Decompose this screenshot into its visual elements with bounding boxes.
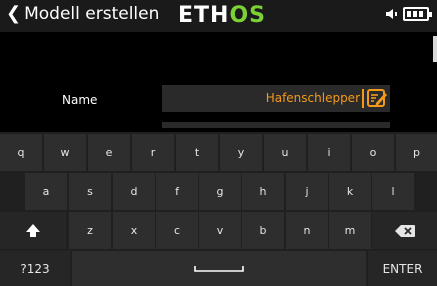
key-k[interactable]: k <box>329 173 371 210</box>
key-n[interactable]: n <box>286 212 328 249</box>
battery-icon <box>403 7 432 21</box>
key-v[interactable]: v <box>199 212 241 249</box>
key-z[interactable]: z <box>69 212 111 249</box>
key-i[interactable]: i <box>308 134 350 171</box>
shift-icon <box>26 223 40 237</box>
chevron-left-icon: ❮ <box>6 3 22 24</box>
key-a[interactable]: a <box>25 173 67 210</box>
key-o[interactable]: o <box>352 134 394 171</box>
name-input[interactable]: Hafenschlepper <box>162 85 390 112</box>
key-w[interactable]: w <box>44 134 86 171</box>
key-j[interactable]: j <box>286 173 328 210</box>
key-r[interactable]: r <box>132 134 174 171</box>
ethos-logo: ETHOS <box>178 3 266 28</box>
space-key[interactable] <box>72 251 366 286</box>
key-x[interactable]: x <box>113 212 155 249</box>
space-icon <box>194 265 244 272</box>
key-b[interactable]: b <box>242 212 284 249</box>
enter-key[interactable]: ENTER <box>368 251 437 286</box>
scrollbar[interactable] <box>433 36 437 62</box>
key-e[interactable]: e <box>88 134 130 171</box>
status-icons <box>384 6 432 22</box>
backspace-icon <box>394 224 415 237</box>
numbers-mode-key[interactable]: ?123 <box>0 251 70 286</box>
name-value: Hafenschlepper <box>265 91 360 105</box>
key-y[interactable]: y <box>220 134 262 171</box>
key-t[interactable]: t <box>176 134 218 171</box>
next-field[interactable] <box>162 122 390 128</box>
top-bar: ❮ Modell erstellen ETHOS <box>0 0 437 32</box>
edit-icon[interactable] <box>366 87 388 109</box>
key-d[interactable]: d <box>113 173 155 210</box>
key-q[interactable]: q <box>0 134 42 171</box>
key-m[interactable]: m <box>329 212 371 249</box>
key-f[interactable]: f <box>156 173 198 210</box>
key-u[interactable]: u <box>264 134 306 171</box>
speaker-icon <box>386 9 397 19</box>
key-c[interactable]: c <box>156 212 198 249</box>
back-button[interactable]: ❮ Modell erstellen <box>6 4 159 24</box>
key-h[interactable]: h <box>242 173 284 210</box>
key-g[interactable]: g <box>199 173 241 210</box>
page-title: Modell erstellen <box>24 4 160 24</box>
key-s[interactable]: s <box>69 173 111 210</box>
shift-key[interactable] <box>0 212 66 249</box>
text-caret <box>362 89 364 108</box>
key-p[interactable]: p <box>396 134 437 171</box>
virtual-keyboard: q w e r t y u i o p a s d f g h j k l z … <box>0 132 437 286</box>
name-label: Name <box>62 93 98 107</box>
key-l[interactable]: l <box>372 173 414 210</box>
backspace-key[interactable] <box>372 212 437 249</box>
